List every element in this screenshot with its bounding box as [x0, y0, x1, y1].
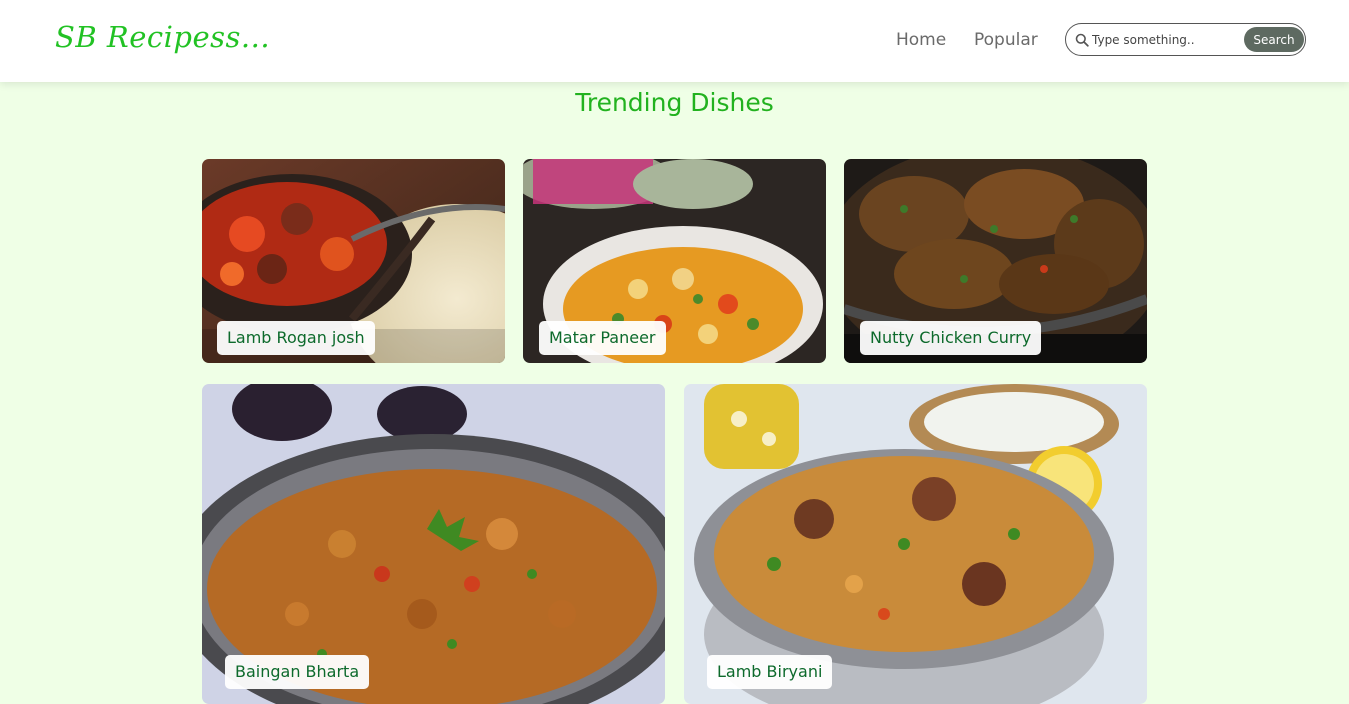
dish-label: Lamb Rogan josh: [217, 321, 375, 355]
dish-card-matar-paneer[interactable]: Matar Paneer: [523, 159, 826, 363]
page-title: Trending Dishes: [575, 88, 774, 117]
dish-card-lamb-rogan-josh[interactable]: Lamb Rogan josh: [202, 159, 505, 363]
site-logo[interactable]: SB Recipess...: [55, 20, 270, 54]
search-button[interactable]: Search: [1244, 27, 1304, 52]
search-form: Search: [1065, 23, 1306, 56]
dish-label: Baingan Bharta: [225, 655, 370, 689]
dish-card-baingan-bharta[interactable]: Baingan Bharta: [202, 384, 665, 704]
dish-card-nutty-chicken-curry[interactable]: Nutty Chicken Curry: [844, 159, 1147, 363]
dish-card-lamb-biryani[interactable]: Lamb Biryani: [684, 384, 1147, 704]
dish-label: Matar Paneer: [539, 321, 666, 355]
search-input[interactable]: [1092, 30, 1240, 50]
nav-link-home[interactable]: Home: [896, 30, 946, 50]
navbar: SB Recipess... Home Popular Search: [0, 0, 1349, 82]
search-icon: [1075, 33, 1089, 47]
nav-link-popular[interactable]: Popular: [974, 30, 1038, 50]
dish-label: Nutty Chicken Curry: [860, 321, 1042, 355]
dish-label: Lamb Biryani: [707, 655, 833, 689]
